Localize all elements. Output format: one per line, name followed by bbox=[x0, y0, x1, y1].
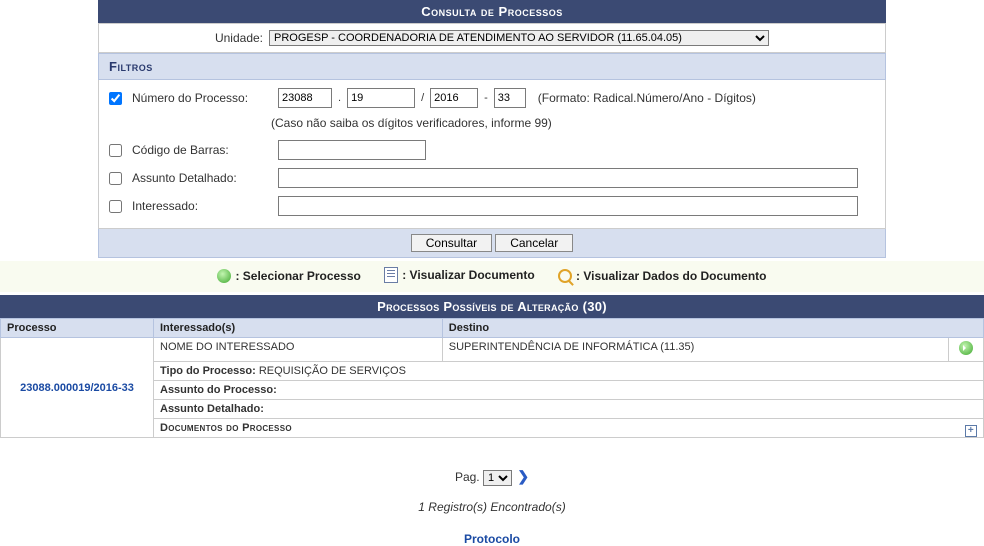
cell-interessado: NOME DO INTERESSADO bbox=[154, 338, 443, 362]
results-table: Processo Interessado(s) Destino 23088.00… bbox=[0, 318, 984, 438]
consultar-button[interactable]: Consultar bbox=[411, 234, 492, 252]
input-radical[interactable] bbox=[278, 88, 332, 108]
pager: Pag. 1 ❯ bbox=[0, 468, 984, 486]
protocolo-link[interactable]: Protocolo bbox=[464, 532, 520, 546]
filter-form: Número do Processo: . / - (Formato: Radi… bbox=[98, 80, 886, 229]
unidade-select[interactable]: PROGESP - COORDENADORIA DE ATENDIMENTO A… bbox=[269, 30, 769, 46]
next-page-icon[interactable]: ❯ bbox=[517, 468, 529, 484]
value-tipo-processo: REQUISIÇÃO DE SERVIÇOS bbox=[259, 365, 406, 377]
checkbox-interessado[interactable] bbox=[109, 200, 122, 213]
unidade-label: Unidade: bbox=[215, 31, 263, 45]
input-assunto-detalhado[interactable] bbox=[278, 168, 858, 188]
results-section-title: Processos Possíveis de Alteração (30) bbox=[0, 295, 984, 318]
label-codigo-barras: Código de Barras: bbox=[132, 143, 272, 157]
unidade-row: Unidade: PROGESP - COORDENADORIA DE ATEN… bbox=[98, 23, 886, 53]
col-processo: Processo bbox=[1, 319, 154, 338]
col-destino: Destino bbox=[442, 319, 983, 338]
pager-select[interactable]: 1 bbox=[483, 470, 512, 486]
row-assunto-detalhado: Assunto Detalhado: bbox=[109, 168, 875, 188]
view-document-data-icon bbox=[558, 269, 572, 283]
expand-icon[interactable]: + bbox=[965, 425, 977, 437]
label-assunto-detalhado: Assunto Detalhado: bbox=[132, 171, 272, 185]
select-process-icon bbox=[217, 269, 231, 283]
label-assunto-processo: Assunto do Processo: bbox=[160, 384, 277, 396]
button-bar: Consultar Cancelar bbox=[98, 229, 886, 258]
page-title: Consulta de Processos bbox=[98, 0, 886, 23]
input-codigo-barras[interactable] bbox=[278, 140, 426, 160]
input-digitos[interactable] bbox=[494, 88, 526, 108]
result-count: 1 Registro(s) Encontrado(s) bbox=[0, 500, 984, 514]
label-tipo-processo: Tipo do Processo: bbox=[160, 365, 256, 377]
docs-title: Documentos do Processo bbox=[160, 422, 292, 434]
input-numero[interactable] bbox=[347, 88, 415, 108]
row-interessado: Interessado: bbox=[109, 196, 875, 216]
col-interessados: Interessado(s) bbox=[154, 319, 443, 338]
pager-label: Pag. bbox=[455, 470, 480, 484]
label-interessado: Interessado: bbox=[132, 199, 272, 213]
cell-destino: SUPERINTENDÊNCIA DE INFORMÁTICA (11.35) bbox=[442, 338, 948, 362]
input-interessado[interactable] bbox=[278, 196, 858, 216]
label-numero-processo: Número do Processo: bbox=[132, 91, 272, 105]
row-codigo-barras: Código de Barras: bbox=[109, 140, 875, 160]
checkbox-codigo-barras[interactable] bbox=[109, 144, 122, 157]
filtros-title: Filtros bbox=[98, 53, 886, 80]
hint-formato: (Formato: Radical.Número/Ano - Dígitos) bbox=[538, 91, 756, 105]
hint-digitos: (Caso não saiba os dígitos verificadores… bbox=[271, 116, 875, 130]
table-row: 23088.000019/2016-33 NOME DO INTERESSADO… bbox=[1, 338, 984, 362]
select-process-action-icon[interactable] bbox=[959, 341, 973, 355]
input-ano[interactable] bbox=[430, 88, 478, 108]
checkbox-numero-processo[interactable] bbox=[109, 92, 122, 105]
cancelar-button[interactable]: Cancelar bbox=[495, 234, 573, 252]
row-numero-processo: Número do Processo: . / - (Formato: Radi… bbox=[109, 88, 875, 108]
legend-bar: : Selecionar Processo : Visualizar Docum… bbox=[0, 261, 984, 292]
label-assunto-detalhado-result: Assunto Detalhado: bbox=[160, 403, 264, 415]
processo-link[interactable]: 23088.000019/2016-33 bbox=[20, 382, 134, 394]
view-document-icon bbox=[384, 267, 398, 283]
checkbox-assunto-detalhado[interactable] bbox=[109, 172, 122, 185]
